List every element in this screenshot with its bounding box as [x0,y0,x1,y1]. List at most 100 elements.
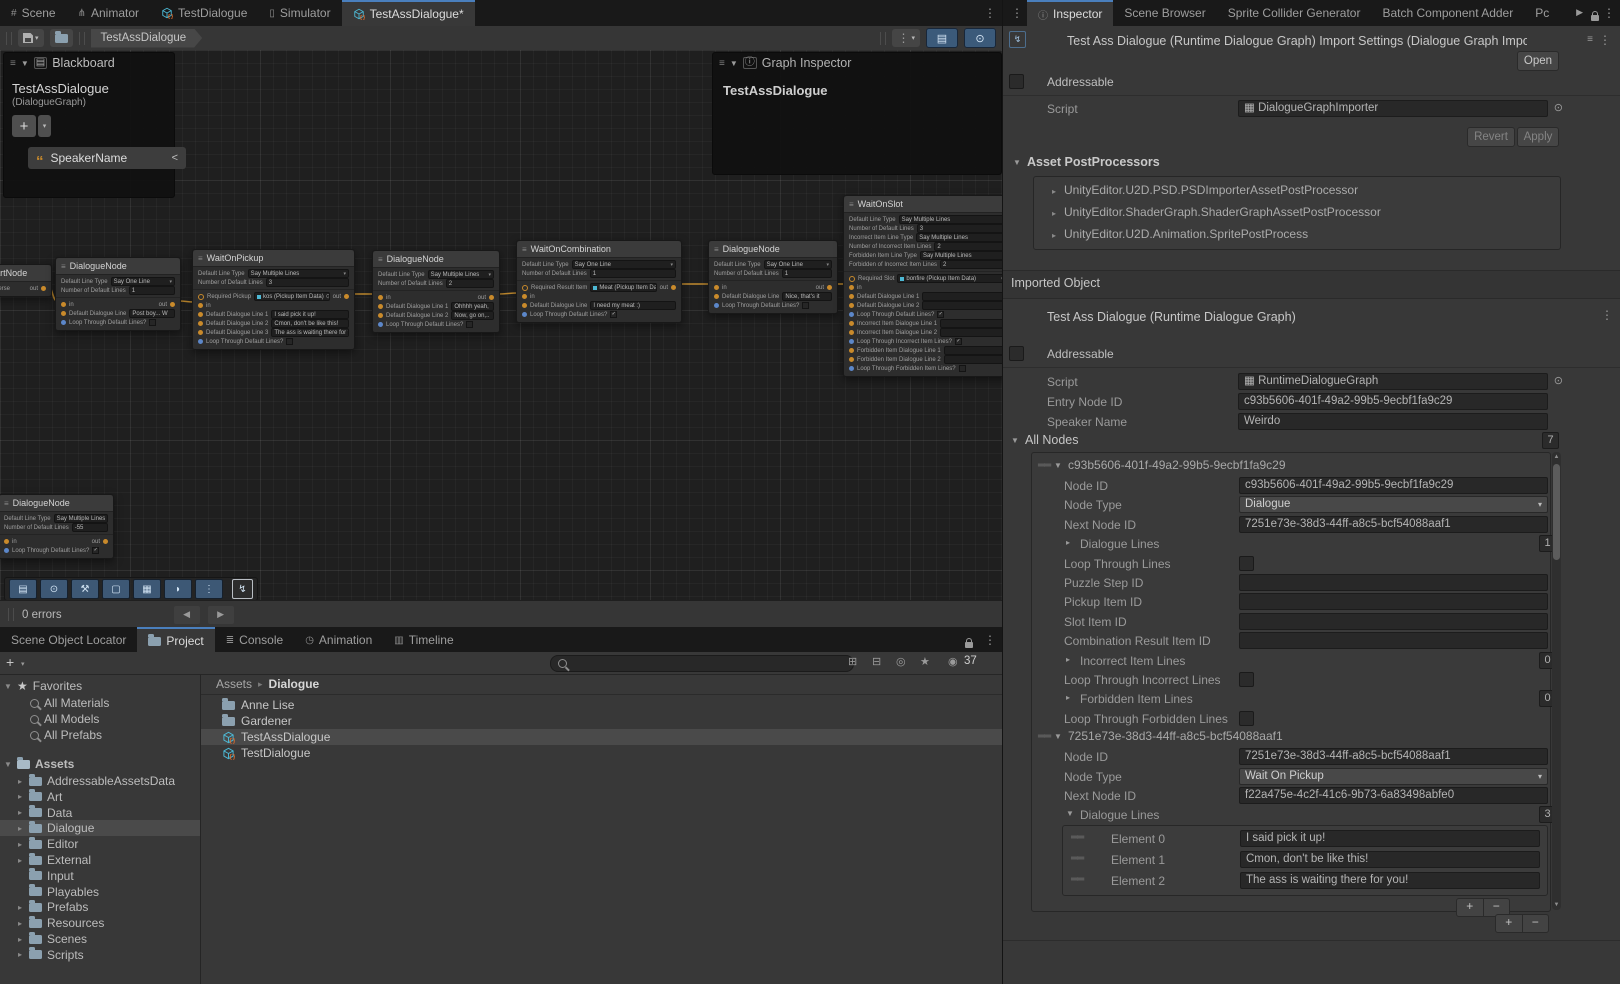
node-header[interactable]: ≡WaitOnCombination [517,241,681,258]
field-value[interactable]: Say Multiple Lines▾ [916,233,1002,242]
foldout-arrow-icon[interactable]: ▼ [4,760,12,769]
field-value[interactable]: -55 [72,523,108,532]
drag-handle-icon[interactable]: ≡ [10,58,16,69]
node-entry-header[interactable]: ══▼7251e73e-38d3-44ff-a8c5-bcf54088aaf1 [1032,728,1550,745]
port-icon[interactable] [198,321,203,326]
tree-item-scripts[interactable]: ▸Scripts [0,947,200,963]
field-value[interactable]: Say Multiple Lines▾ [428,270,494,279]
checkbox[interactable]: ✓ [955,338,962,345]
element-value[interactable]: I said pick it up! [1240,830,1540,847]
object-field[interactable]: Meat (Pickup Item Data)⊙ [590,283,656,292]
field-value[interactable]: 3 [917,224,1002,233]
foldout-arrow-icon[interactable]: ▼ [1054,732,1062,741]
foldout-arrow-icon[interactable]: ▸ [1050,187,1058,196]
field-value[interactable]: 1 [129,286,175,295]
foldout-arrow-icon[interactable]: ▼ [4,682,12,691]
script-field[interactable]: ▦ DialogueGraphImporter [1238,100,1548,117]
property-value[interactable] [1239,632,1548,649]
foldout-arrow-icon[interactable]: ▼ [1066,809,1074,818]
graph-tool-button-4[interactable]: ▦ [133,579,161,599]
port-icon[interactable] [671,285,676,290]
line-value[interactable]: Now, go on,.. [451,311,494,320]
breadcrumb-current[interactable]: Dialogue [269,677,320,691]
graph-node-waitonslot[interactable]: ≡WaitOnSlotDefault Line TypeSay Multiple… [843,195,1002,377]
line-value[interactable]: Nice, that's it [782,292,832,301]
port-icon[interactable] [378,295,383,300]
window-tab-testassdialogue[interactable]: {}TestAssDialogue* [342,0,475,26]
tree-item-external[interactable]: ▸External [0,852,200,868]
tab-scroll-right-icon[interactable]: ▶ [1576,7,1583,18]
postprocessor-item[interactable]: ▸UnityEditor.U2D.Animation.SpritePostPro… [1050,227,1308,241]
property-value[interactable]: 7251e73e-38d3-44ff-a8c5-bcf54088aaf1 [1239,516,1548,533]
blackboard-header[interactable]: ≡ ▼ ▤ Blackboard [4,53,174,73]
property-checkbox[interactable] [1239,711,1254,726]
foldout-arrow-icon[interactable]: ▼ [1054,461,1062,470]
port-icon[interactable] [849,366,854,371]
drag-handle-icon[interactable]: ══ [1071,853,1083,864]
foldout-arrow-icon[interactable]: ▼ [730,59,738,68]
tree-item-art[interactable]: ▸Art [0,789,200,805]
revert-button[interactable]: Revert [1467,127,1515,147]
postprocessors-title[interactable]: Asset PostProcessors [1027,155,1160,169]
create-asset-button[interactable]: + [6,654,14,670]
graph-tool-button-6[interactable]: ⋮ [195,579,223,599]
bottom-tab-console[interactable]: ≣Console [215,627,294,653]
search-by-label-icon[interactable]: ⊟ [872,655,881,668]
script-field[interactable]: ▦ RuntimeDialogueGraph [1238,373,1548,390]
apply-button[interactable]: Apply [1517,127,1559,147]
graph-node-waitoncombination[interactable]: ≡WaitOnCombinationDefault Line TypeSay O… [516,240,682,323]
field-value[interactable]: Say Multiple Lines▾ [54,514,108,523]
port-icon[interactable] [61,302,66,307]
line-value[interactable]: I said pick it up! [271,310,349,319]
element-value[interactable]: The ass is waiting there for you! [1240,872,1540,889]
graph-inspector-header[interactable]: ≡ ▼ ⓘ Graph Inspector [713,53,1001,73]
debug-mode-button[interactable]: ↯ [1009,31,1026,48]
field-value[interactable]: 2 [940,260,1002,269]
breadcrumb-root[interactable]: Assets [216,677,252,691]
graph-inspector-panel[interactable]: ≡ ▼ ⓘ Graph Inspector TestAssDialogue [712,52,1002,175]
drag-handle-icon[interactable]: ≡ [719,58,725,69]
file-item-testassdialogue[interactable]: {}TestAssDialogue [201,729,1002,745]
tree-item-all-models[interactable]: All Models [0,711,200,727]
inspector-lock-icon[interactable] [1591,8,1599,26]
entry-node-field[interactable]: c93b5606-401f-49a2-99b5-9ecbf1fa9c29 [1238,393,1548,410]
window-tab-scene[interactable]: #Scene [0,0,67,26]
graph-tool-button-5[interactable]: ◗ [164,579,192,599]
port-icon[interactable] [827,285,832,290]
imported-menu-icon[interactable]: ⋮ [1601,308,1613,322]
pane-menu-icon[interactable]: ⋮ [1011,6,1023,20]
checkbox[interactable] [466,321,473,328]
lock-icon[interactable] [965,635,973,653]
window-tab-simulator[interactable]: ▯Simulator [258,0,341,26]
object-field[interactable]: kos (Pickup Item Data)⊙ [254,292,330,301]
bottom-tab-animation[interactable]: ◷Animation [294,627,383,653]
window-tab-animator[interactable]: ⋔Animator [67,0,150,26]
port-icon[interactable] [849,348,854,353]
foldout-arrow-icon[interactable]: ▸ [1050,209,1058,218]
tree-item-playables[interactable]: Playables [0,884,200,900]
node-connection-wire[interactable] [498,293,518,294]
field-value[interactable]: Say Multiple Lines▾ [920,251,1002,260]
graph-tool-button-0[interactable]: ▤ [9,579,37,599]
property-value[interactable] [1239,574,1548,591]
add-node-button[interactable]: + [1496,915,1523,932]
tree-item-all-prefabs[interactable]: All Prefabs [0,727,200,743]
node-header[interactable]: ≡WaitOnPickup [193,250,354,267]
foldout-arrow-icon[interactable]: ▼ [1011,436,1019,445]
object-picker-icon[interactable]: ⊙ [326,294,330,300]
create-asset-dropdown-icon[interactable]: ▾ [21,660,25,668]
inspector-menu-icon[interactable]: ⋮ [1603,6,1615,20]
line-value[interactable]: Ohhhh yeah, [451,302,494,311]
line-value[interactable] [944,355,1002,364]
addressable-checkbox[interactable] [1009,346,1024,361]
foldout-arrow-icon[interactable]: ▸ [16,792,24,801]
node-header[interactable]: ≡DialogueNode [0,495,113,512]
graph-tool-button-2[interactable]: ⚒ [71,579,99,599]
tree-item-prefabs[interactable]: ▸Prefabs [0,899,200,915]
favorites-root[interactable]: ▼★Favorites [0,678,200,694]
port-icon[interactable] [170,302,175,307]
foldout-arrow-icon[interactable]: ▸ [16,777,24,786]
port-icon[interactable] [378,304,383,309]
graph-node-dialoguenode[interactable]: ≡DialogueNodeDefault Line TypeSay One Li… [708,240,838,314]
out-port[interactable]: out [159,302,175,308]
